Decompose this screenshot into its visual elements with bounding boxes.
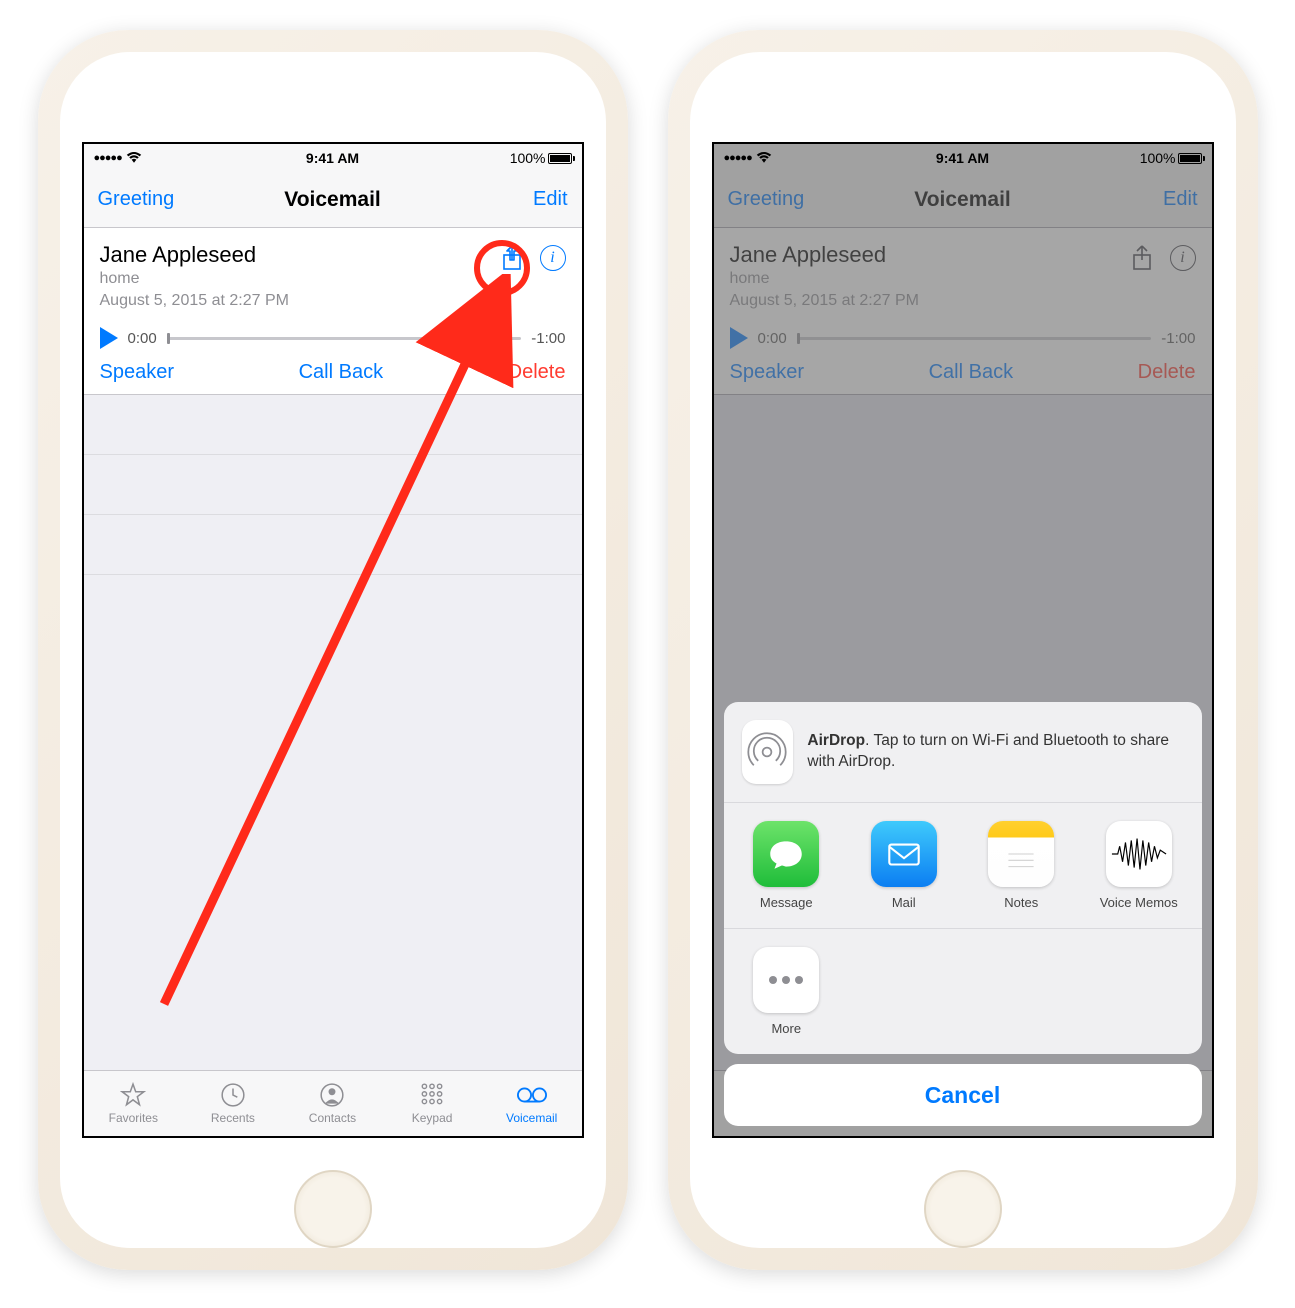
keypad-icon — [417, 1082, 447, 1108]
greeting-button[interactable]: Greeting — [98, 188, 188, 211]
tab-recents[interactable]: Recents — [183, 1071, 283, 1136]
list-item — [84, 455, 582, 515]
list-item — [84, 395, 582, 455]
signal-dots-icon: ●●●●● — [94, 152, 122, 164]
share-app-mail[interactable]: Mail — [845, 821, 963, 910]
wifi-icon — [126, 152, 142, 164]
cancel-button[interactable]: Cancel — [724, 1064, 1202, 1126]
clock-icon — [218, 1082, 248, 1108]
airdrop-row[interactable]: AirDrop. Tap to turn on Wi-Fi and Blueto… — [724, 702, 1202, 803]
share-app-notes[interactable]: Notes — [963, 821, 1081, 910]
tab-favorites[interactable]: Favorites — [84, 1071, 184, 1136]
app-label: Message — [760, 895, 813, 910]
airdrop-icon — [742, 720, 794, 784]
message-icon — [753, 821, 819, 887]
share-app-more[interactable]: More — [728, 947, 846, 1036]
phone-mockup-left: ●●●●● 9:41 AM 100% Greeting Voicemail Ed… — [38, 30, 628, 1270]
home-button[interactable] — [294, 1170, 372, 1248]
tab-label: Voicemail — [506, 1111, 557, 1125]
list-item — [84, 515, 582, 575]
status-bar: ●●●●● 9:41 AM 100% — [84, 144, 582, 172]
edit-button[interactable]: Edit — [478, 188, 568, 211]
app-label: More — [771, 1021, 801, 1036]
screen-right: ●●●●● 9:41 AM 100% Greeting Voicemail Ed… — [712, 142, 1214, 1138]
tab-label: Recents — [211, 1111, 255, 1125]
person-icon — [317, 1082, 347, 1108]
notes-icon — [988, 821, 1054, 887]
share-app-voice-memos[interactable]: Voice Memos — [1080, 821, 1198, 910]
elapsed-time: 0:00 — [128, 330, 157, 347]
tab-label: Keypad — [412, 1111, 453, 1125]
mail-icon — [871, 821, 937, 887]
share-icon[interactable] — [498, 244, 526, 272]
app-label: Mail — [892, 895, 916, 910]
play-icon[interactable] — [100, 327, 118, 349]
info-icon[interactable]: i — [540, 245, 566, 271]
voicemail-item[interactable]: Jane Appleseed home August 5, 2015 at 2:… — [84, 228, 582, 395]
remaining-time: -1:00 — [531, 330, 565, 347]
delete-button[interactable]: Delete — [508, 361, 566, 384]
battery-indicator: 100% — [510, 150, 572, 166]
app-label: Notes — [1004, 895, 1038, 910]
callback-button[interactable]: Call Back — [299, 361, 383, 384]
caller-name: Jane Appleseed — [100, 242, 289, 268]
speaker-button[interactable]: Speaker — [100, 361, 175, 384]
voice-memos-icon — [1106, 821, 1172, 887]
playback-scrubber[interactable]: 0:00 -1:00 — [100, 327, 566, 349]
battery-percent: 100% — [510, 150, 546, 166]
caller-label: home — [100, 268, 289, 290]
airdrop-text: AirDrop. Tap to turn on Wi-Fi and Blueto… — [807, 731, 1183, 773]
tab-label: Contacts — [309, 1111, 356, 1125]
star-icon — [118, 1082, 148, 1108]
voicemail-date: August 5, 2015 at 2:27 PM — [100, 290, 289, 312]
scrubber-track[interactable] — [167, 337, 522, 340]
tab-contacts[interactable]: Contacts — [283, 1071, 383, 1136]
screen-left: ●●●●● 9:41 AM 100% Greeting Voicemail Ed… — [82, 142, 584, 1138]
app-label: Voice Memos — [1100, 895, 1178, 910]
home-button[interactable] — [924, 1170, 1002, 1248]
tab-bar: Favorites Recents Contacts Keypad Voicem… — [84, 1070, 582, 1136]
tab-label: Favorites — [109, 1111, 158, 1125]
share-app-message[interactable]: Message — [728, 821, 846, 910]
navbar: Greeting Voicemail Edit — [84, 172, 582, 228]
voicemail-icon — [517, 1082, 547, 1108]
more-icon — [753, 947, 819, 1013]
share-sheet: AirDrop. Tap to turn on Wi-Fi and Blueto… — [724, 702, 1202, 1126]
phone-mockup-right: ●●●●● 9:41 AM 100% Greeting Voicemail Ed… — [668, 30, 1258, 1270]
page-title: Voicemail — [284, 188, 381, 212]
tab-keypad[interactable]: Keypad — [382, 1071, 482, 1136]
tab-voicemail[interactable]: Voicemail — [482, 1071, 582, 1136]
status-time: 9:41 AM — [306, 150, 359, 166]
